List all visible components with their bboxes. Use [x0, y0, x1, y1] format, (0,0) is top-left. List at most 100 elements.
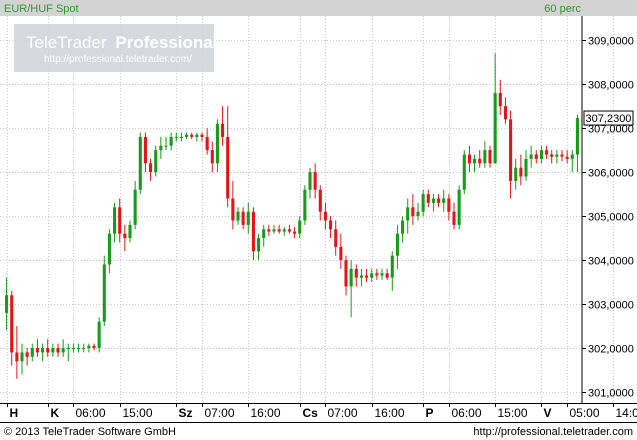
interval-label: 60 perc — [544, 3, 581, 15]
candle-down — [437, 198, 441, 203]
candle-up — [380, 273, 384, 276]
candle-up — [514, 167, 518, 181]
candle-up — [390, 255, 394, 278]
candle-up — [457, 189, 461, 225]
candle-up — [113, 207, 117, 234]
candle-down — [205, 136, 209, 151]
candle-up — [77, 348, 81, 350]
y-tick-label: 306,0000 — [588, 168, 634, 180]
y-tick-label: 308,0000 — [588, 80, 634, 92]
x-day-label: Sz — [179, 406, 193, 420]
candle-down — [329, 220, 333, 230]
x-day-label: V — [544, 406, 552, 420]
y-tick-label: 304,0000 — [588, 256, 634, 268]
candle-up — [215, 123, 219, 164]
candle-up — [41, 348, 45, 353]
candle-up — [159, 145, 163, 151]
candle-down — [545, 150, 549, 155]
candle-up — [483, 150, 487, 164]
candle-down — [467, 154, 471, 164]
watermark-title-part2: Professional — [115, 33, 217, 52]
x-time-label: 16:00 — [251, 406, 281, 420]
candle-up — [401, 220, 405, 234]
candle-down — [334, 229, 338, 247]
chart-header-bar — [0, 0, 637, 16]
candle-down — [519, 167, 523, 177]
x-time-label: 07:00 — [205, 406, 235, 420]
x-day-label: Cs — [303, 406, 319, 420]
candle-up — [349, 268, 353, 287]
candle-up — [5, 295, 9, 313]
candle-down — [426, 194, 430, 203]
candle-down — [560, 154, 564, 157]
candle-up — [524, 158, 528, 177]
candle-up — [406, 207, 410, 221]
candle-down — [25, 352, 29, 357]
candle-down — [452, 211, 456, 225]
candle-up — [246, 211, 250, 225]
candle-up — [370, 273, 374, 278]
candle-down — [293, 231, 297, 234]
candle-down — [411, 207, 415, 217]
x-time-label: 07:00 — [328, 406, 358, 420]
candle-up — [138, 136, 142, 190]
candle-down — [267, 229, 271, 232]
candle-up — [395, 233, 399, 256]
candle-up — [102, 264, 106, 322]
candle-down — [498, 92, 502, 107]
candle-up — [169, 136, 173, 146]
candle-down — [200, 134, 204, 137]
candle-up — [51, 348, 55, 353]
candle-up — [262, 229, 266, 239]
x-time-label: 14:00 — [616, 406, 637, 420]
candle-down — [226, 136, 230, 199]
candle-down — [143, 136, 147, 164]
candle-down — [488, 150, 492, 164]
instrument-title: EUR/HUF Spot — [4, 3, 79, 15]
x-time-label: 16:00 — [375, 406, 405, 420]
candle-up — [82, 348, 86, 350]
candle-up — [421, 194, 425, 212]
candle-down — [118, 207, 122, 234]
candle-down — [323, 211, 327, 221]
y-tick-label: 301,0000 — [588, 388, 634, 400]
candle-up — [20, 352, 24, 362]
candle-up — [133, 189, 137, 225]
x-day-label: H — [10, 406, 19, 420]
y-axis: 301,0000 302,0000 303,0000 304,0000 305,0000… — [582, 36, 634, 400]
copyright-text: © 2013 TeleTrader Software GmbH — [4, 426, 176, 438]
candle-up — [431, 198, 435, 203]
y-tick-label: 305,0000 — [588, 212, 634, 224]
candle-down — [565, 156, 569, 159]
candle-up — [570, 154, 574, 159]
candle-up — [174, 136, 178, 138]
candle-up — [359, 275, 363, 278]
candle-down — [478, 158, 482, 164]
candle-up — [154, 150, 158, 173]
candle-up — [195, 134, 199, 137]
candle-down — [318, 189, 322, 212]
candle-down — [92, 345, 96, 349]
candle-up — [529, 154, 533, 159]
candle-down — [550, 154, 554, 157]
candle-down — [15, 352, 19, 362]
candle-down — [354, 268, 358, 278]
candle-down — [241, 211, 245, 225]
candle-up — [298, 220, 302, 234]
candle-down — [509, 119, 513, 181]
candle-up — [442, 198, 446, 203]
candle-up — [473, 158, 477, 164]
price-chart[interactable]: TeleTrader Professional http://professio… — [0, 0, 637, 440]
candle-up — [416, 211, 420, 217]
x-day-label: P — [426, 406, 434, 420]
candle-down — [35, 348, 39, 353]
candle-down — [56, 348, 60, 353]
candle-up — [66, 348, 70, 350]
x-day-label: K — [51, 406, 60, 420]
candle-up — [555, 154, 559, 157]
candle-up — [87, 345, 91, 349]
watermark-url: http://professional.teletrader.com/ — [44, 54, 192, 65]
candle-up — [308, 172, 312, 190]
candle-down — [46, 348, 50, 353]
candle-up — [575, 118, 579, 155]
